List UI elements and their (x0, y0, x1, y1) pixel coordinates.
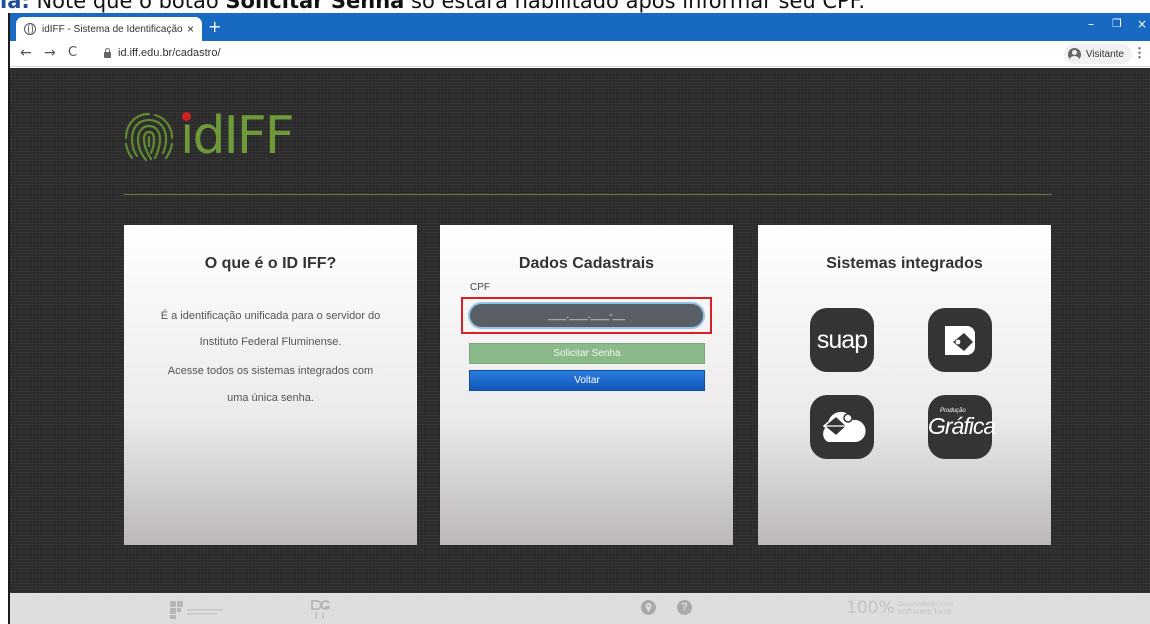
address-bar: ← → C id.iff.edu.br/cadastro/ Visitante … (10, 41, 1150, 67)
about-line-2: Instituto Federal Fluminense. (199, 336, 342, 348)
solicitar-senha-button[interactable]: Solicitar Senha (469, 343, 705, 364)
registration-title: Dados Cadastrais (518, 255, 655, 272)
cloud-box-icon (822, 411, 866, 442)
caption-text-before: Note que o botão (29, 0, 226, 13)
restore-button[interactable]: ❐ (1112, 17, 1122, 30)
about-title: O que é o ID IFF? (204, 255, 337, 272)
caption-text-after: só estará habilitado após informar seu C… (404, 0, 866, 13)
logo-text: idIFF (180, 106, 295, 166)
tagline-2: software livre (897, 607, 952, 616)
tab-title: idIFF - Sistema de Identificação Ú (42, 23, 183, 35)
browser-window: idIFF - Sistema de Identificação Ú × + –… (8, 13, 1150, 624)
page-content: idIFF O que é o ID IFF? É a identificaçã… (10, 68, 1150, 593)
globe-icon (24, 23, 36, 35)
voltar-button[interactable]: Voltar (469, 370, 705, 391)
menu-dots-icon[interactable]: ⋮ (1133, 45, 1146, 61)
about-card: O que é o ID IFF? É a identificação unif… (124, 225, 417, 545)
profile-button[interactable]: Visitante (1063, 44, 1132, 64)
suap-label: suap (816, 325, 868, 354)
systems-title: Sistemas integrados (826, 255, 983, 272)
if-fluminense-logo (170, 599, 230, 623)
footer: ? 100% Desenvolvido com software livre (10, 593, 1150, 624)
systems-card: Sistemas integrados suap Produção Gráfic… (758, 225, 1051, 545)
close-tab-icon[interactable]: × (187, 22, 194, 36)
fingerprint-icon (124, 112, 174, 162)
cpf-label: CPF (470, 282, 490, 293)
forward-arrow-icon[interactable]: → (44, 45, 56, 61)
logo: idIFF (120, 106, 295, 166)
cpf-input[interactable] (468, 302, 705, 329)
tab-idiff[interactable]: idIFF - Sistema de Identificação Ú × (16, 17, 202, 41)
grafica-label: Gráfica (928, 413, 996, 439)
registration-card: Dados Cadastrais CPF Solicitar Senha Vol… (440, 225, 733, 545)
free-software-badge: 100% Desenvolvido com software livre (846, 598, 953, 618)
user-icon (1067, 47, 1081, 61)
caption-prefix: la: (0, 0, 30, 13)
back-arrow-icon[interactable]: ← (20, 45, 32, 61)
price-tag-icon (945, 326, 975, 355)
percent-label: 100% (846, 598, 895, 618)
dg-logo (310, 598, 332, 624)
header-divider (124, 194, 1052, 195)
caption-bold-term: Solicitar Senha (225, 0, 405, 13)
profile-label: Visitante (1085, 48, 1124, 60)
grafica-system-icon[interactable]: Produção Gráfica (928, 395, 996, 459)
about-line-4: uma única senha. (227, 392, 314, 404)
new-tab-button[interactable]: + (208, 18, 221, 36)
help-icon[interactable]: ? (677, 600, 692, 615)
lock-icon (104, 48, 111, 58)
tab-strip: idIFF - Sistema de Identificação Ú × + –… (10, 13, 1150, 41)
cloud-system-icon[interactable] (810, 395, 874, 459)
url-field[interactable]: id.iff.edu.br/cadastro/ (118, 47, 221, 59)
tag-system-icon[interactable] (928, 308, 992, 372)
reload-icon[interactable]: C (68, 45, 77, 61)
close-window-button[interactable]: × (1137, 17, 1147, 31)
location-pin-icon[interactable] (641, 600, 656, 615)
logo-red-dot (182, 112, 191, 121)
about-line-1: É a identificação unificada para o servi… (160, 310, 381, 322)
about-line-3: Acesse todos os sistemas integrados com (167, 365, 374, 377)
minimize-button[interactable]: – (1088, 17, 1094, 31)
suap-system-icon[interactable]: suap (810, 308, 874, 372)
